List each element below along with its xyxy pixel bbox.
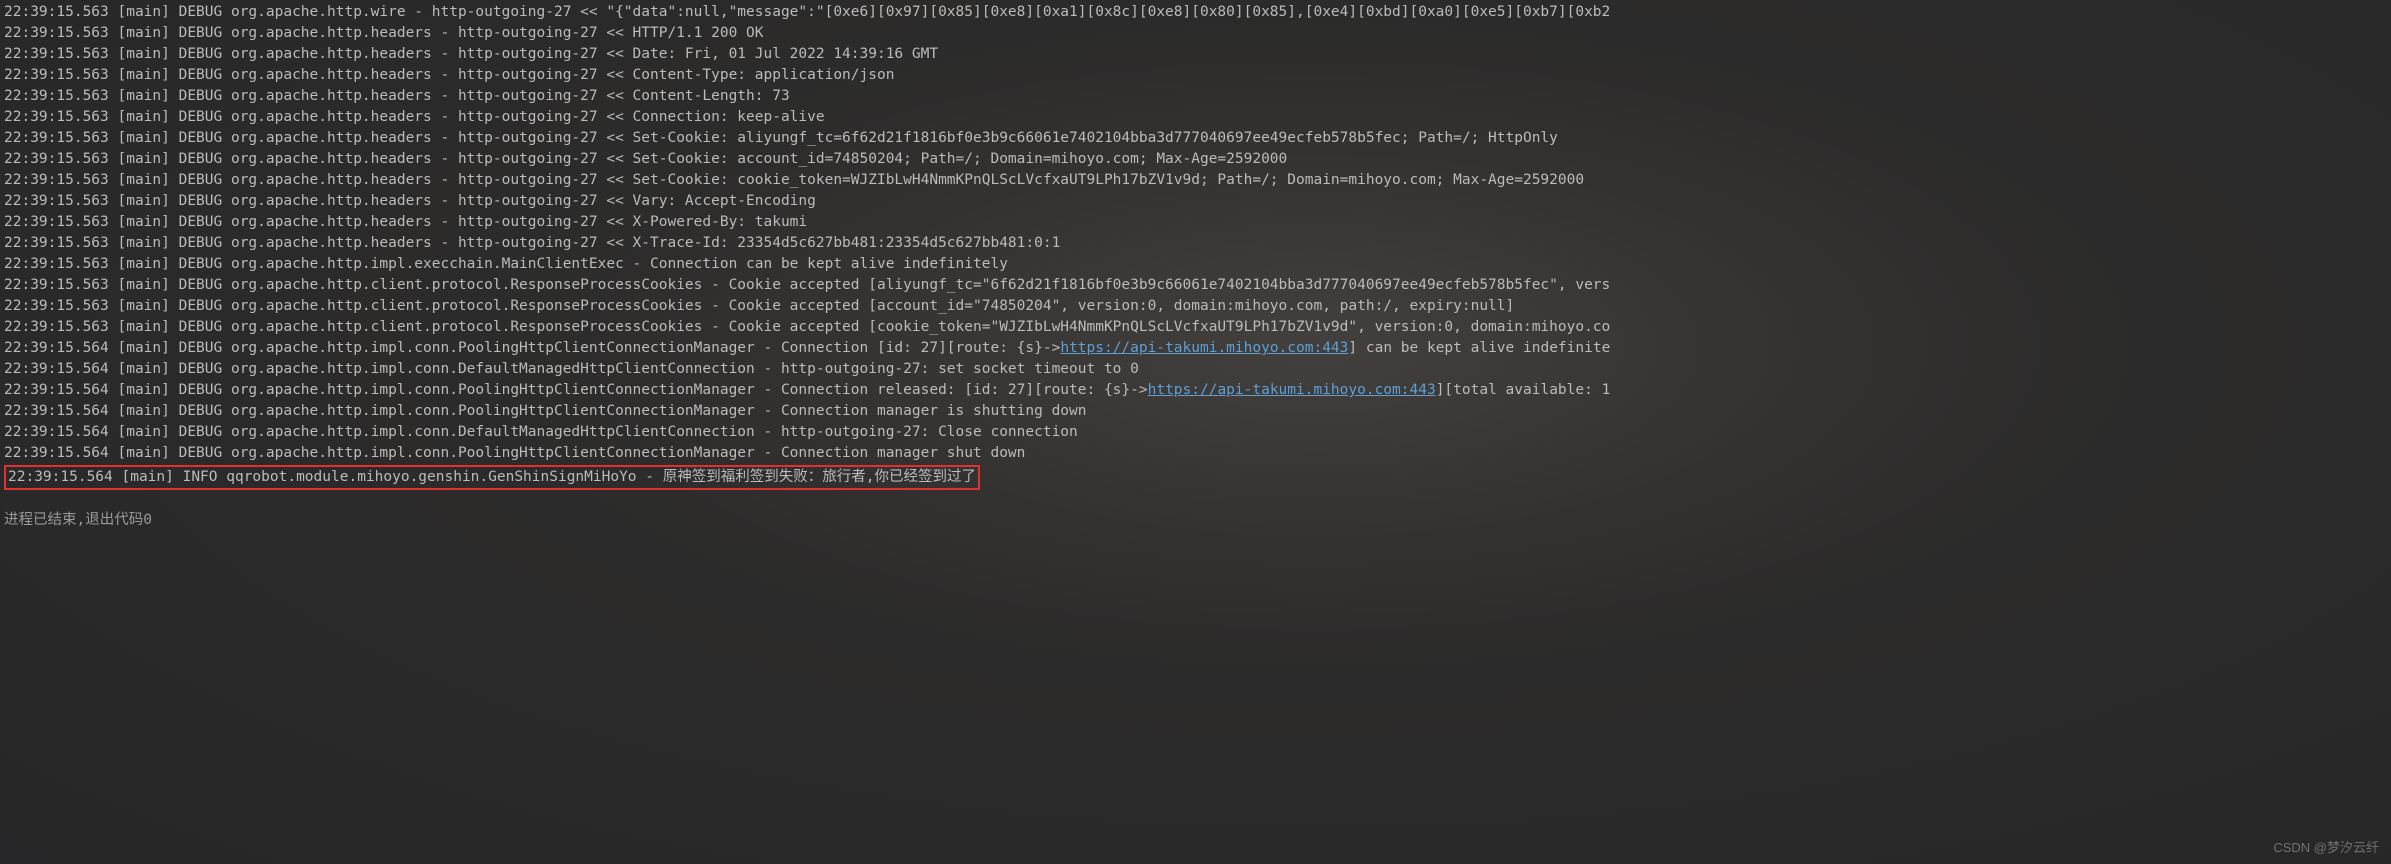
log-line: 22:39:15.563 [main] DEBUG org.apache.htt… <box>4 296 2387 317</box>
log-line: 22:39:15.563 [main] DEBUG org.apache.htt… <box>4 107 2387 128</box>
log-line: 22:39:15.564 [main] DEBUG org.apache.htt… <box>4 422 2387 443</box>
log-line: 22:39:15.563 [main] DEBUG org.apache.htt… <box>4 275 2387 296</box>
log-line: 22:39:15.563 [main] DEBUG org.apache.htt… <box>4 170 2387 191</box>
url-link[interactable]: https://api-takumi.mihoyo.com:443 <box>1060 340 1348 356</box>
log-line: 22:39:15.563 [main] DEBUG org.apache.htt… <box>4 191 2387 212</box>
log-line: 22:39:15.563 [main] DEBUG org.apache.htt… <box>4 44 2387 65</box>
url-link[interactable]: https://api-takumi.mihoyo.com:443 <box>1148 382 1436 398</box>
log-line: 22:39:15.563 [main] DEBUG org.apache.htt… <box>4 149 2387 170</box>
process-exit-message: 进程已结束,退出代码0 <box>4 510 2387 531</box>
log-line: 22:39:15.563 [main] DEBUG org.apache.htt… <box>4 2 2387 23</box>
highlight-box: 22:39:15.564 [main] INFO qqrobot.module.… <box>4 465 980 490</box>
log-line: 22:39:15.563 [main] DEBUG org.apache.htt… <box>4 317 2387 338</box>
log-line: 22:39:15.563 [main] DEBUG org.apache.htt… <box>4 233 2387 254</box>
log-line: 22:39:15.563 [main] DEBUG org.apache.htt… <box>4 212 2387 233</box>
log-line: 22:39:15.564 [main] DEBUG org.apache.htt… <box>4 338 2387 359</box>
log-line: 22:39:15.564 [main] DEBUG org.apache.htt… <box>4 443 2387 464</box>
console-output: 22:39:15.563 [main] DEBUG org.apache.htt… <box>0 0 2391 533</box>
log-line: 22:39:15.564 [main] DEBUG org.apache.htt… <box>4 359 2387 380</box>
log-line: 22:39:15.563 [main] DEBUG org.apache.htt… <box>4 86 2387 107</box>
log-line: 22:39:15.563 [main] DEBUG org.apache.htt… <box>4 128 2387 149</box>
log-line: 22:39:15.564 [main] DEBUG org.apache.htt… <box>4 380 2387 401</box>
highlighted-log-line: 22:39:15.564 [main] INFO qqrobot.module.… <box>4 464 2387 490</box>
log-line: 22:39:15.563 [main] DEBUG org.apache.htt… <box>4 23 2387 44</box>
log-line: 22:39:15.563 [main] DEBUG org.apache.htt… <box>4 254 2387 275</box>
log-line: 22:39:15.563 [main] DEBUG org.apache.htt… <box>4 65 2387 86</box>
watermark: CSDN @梦汐云纤 <box>2273 837 2379 858</box>
log-line: 22:39:15.564 [main] DEBUG org.apache.htt… <box>4 401 2387 422</box>
